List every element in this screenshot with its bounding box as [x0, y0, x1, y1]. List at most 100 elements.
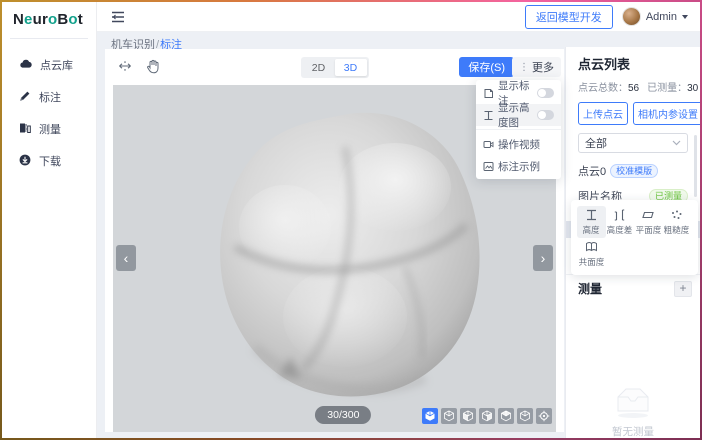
tooth-mesh-render: [193, 105, 503, 405]
next-image-button[interactable]: ›: [533, 245, 553, 271]
menu-collapse-icon[interactable]: [111, 11, 125, 23]
chevron-down-icon: [682, 15, 688, 19]
chevron-left-icon: ‹: [124, 250, 129, 266]
sidebar-item-pointcloud-library[interactable]: 点云库: [2, 49, 96, 81]
tool-roughness[interactable]: 粗糙度: [663, 206, 692, 238]
view-3d-button[interactable]: 3D: [335, 59, 367, 76]
flatness-icon: [641, 209, 655, 221]
header-right: 返回模型开发 Admin: [525, 5, 688, 29]
show-annotations-toggle[interactable]: [537, 88, 554, 98]
menu-item-label: 标注示例: [498, 159, 554, 174]
logo-gear-letter: o: [68, 11, 77, 28]
view-orientation-buttons: [422, 408, 552, 424]
app-logo: NeuroBot: [2, 2, 96, 36]
save-button[interactable]: 保存(S): [459, 57, 514, 77]
sidebar: NeuroBot 点云库 标注 测量 下载: [2, 2, 97, 438]
neurobot-app: NeuroBot 点云库 标注 测量 下载 返回模型开发 Admin: [2, 2, 700, 438]
view-cube-bottom-icon[interactable]: [517, 408, 533, 424]
add-measurement-button[interactable]: +: [674, 281, 692, 297]
hand-pan-icon[interactable]: [146, 59, 160, 74]
group-name: 点云0: [578, 163, 606, 179]
view-cube-front-icon[interactable]: [422, 408, 438, 424]
viewer-card: 2D 3D 保存(S) ⋮ 更多 显示标注: [105, 49, 564, 432]
example-image-icon: [483, 161, 494, 172]
back-to-model-dev-button[interactable]: 返回模型开发: [525, 5, 613, 29]
panel-buttons: 上传点云 相机内参设置: [578, 102, 688, 125]
user-menu[interactable]: Admin: [622, 7, 688, 26]
coplanarity-icon: [585, 241, 598, 253]
measure-icon: [19, 122, 31, 137]
tool-flatness[interactable]: 平面度: [634, 206, 663, 238]
move-icon[interactable]: [117, 59, 133, 74]
tool-height-difference[interactable]: 高度差: [606, 206, 635, 238]
content-area: 机车识别/标注 2D 3D 保存(S) ⋮: [97, 32, 700, 438]
menu-item-label: 显示高度图: [498, 100, 533, 130]
viewer-tool-icons: [117, 59, 160, 74]
logo-gear-letter: e: [24, 11, 33, 28]
list-scrollbar[interactable]: [694, 135, 697, 197]
logo-gear-letter: o: [48, 11, 57, 28]
menu-item-show-heightmap[interactable]: 显示高度图: [476, 104, 561, 126]
sidebar-item-annotate[interactable]: 标注: [2, 81, 96, 113]
logo-letter: ur: [33, 11, 48, 28]
view-cube-left-icon[interactable]: [460, 408, 476, 424]
tool-label: 共面度: [578, 255, 604, 267]
view-cube-top-icon[interactable]: [441, 408, 457, 424]
panel-title: 点云列表: [578, 54, 688, 73]
measure-tool-palette: 高度 高度差 平面度 粗糙度 共面度: [571, 200, 698, 275]
sidebar-item-download[interactable]: 下载: [2, 145, 96, 177]
top-header: 返回模型开发 Admin: [97, 2, 700, 32]
height-icon: [585, 209, 598, 221]
tool-label: 高度差: [607, 223, 633, 235]
pen-icon: [19, 90, 31, 105]
logo-letter: B: [57, 11, 68, 28]
more-label: 更多: [532, 59, 554, 75]
sidebar-item-label: 测量: [39, 121, 61, 137]
filter-value: 全部: [585, 135, 607, 151]
avatar: [622, 7, 641, 26]
menu-item-tutorial-video[interactable]: 操作视频: [476, 133, 561, 155]
view-2d-button[interactable]: 2D: [303, 59, 335, 76]
menu-item-annotation-example[interactable]: 标注示例: [476, 155, 561, 177]
calibration-template-tag: 校准模版: [610, 164, 658, 178]
view-mode-switch: 2D 3D: [301, 57, 369, 78]
total-label: 点云总数：: [578, 83, 628, 94]
measured-value: 30: [687, 83, 698, 94]
cloud-icon: [19, 58, 32, 72]
user-name: Admin: [646, 11, 677, 23]
sidebar-item-label: 点云库: [40, 57, 73, 73]
total-stat: 点云总数：56: [578, 79, 639, 94]
logo-letter: N: [13, 11, 24, 28]
more-button[interactable]: ⋮ 更多: [512, 57, 561, 77]
tool-coplanarity[interactable]: 共面度: [577, 238, 606, 270]
camera-intrinsics-button[interactable]: 相机内参设置: [633, 102, 700, 125]
menu-item-label: 操作视频: [498, 137, 554, 152]
tool-label: 粗糙度: [664, 223, 690, 235]
roughness-icon: [670, 209, 683, 221]
image-counter: 30/300: [315, 406, 371, 424]
download-icon: [19, 154, 31, 169]
height-diff-icon: [613, 209, 626, 221]
video-icon: [483, 139, 494, 150]
pointcloud-group-row[interactable]: 点云0 校准模版: [578, 163, 688, 179]
empty-box-icon: [610, 383, 656, 419]
view-cube-back-icon[interactable]: [498, 408, 514, 424]
prev-image-button[interactable]: ‹: [116, 245, 136, 271]
tool-height[interactable]: 高度: [577, 206, 606, 238]
tool-label: 平面度: [635, 223, 661, 235]
reset-view-target-icon[interactable]: [536, 408, 552, 424]
show-heightmap-toggle[interactable]: [537, 110, 554, 120]
sidebar-item-measure[interactable]: 测量: [2, 113, 96, 145]
filter-select[interactable]: 全部: [578, 133, 688, 153]
measured-stat: 已测量：30: [647, 79, 698, 94]
sidebar-item-label: 标注: [39, 89, 61, 105]
total-value: 56: [628, 83, 639, 94]
window-frame: NeuroBot 点云库 标注 测量 下载 返回模型开发 Admin: [0, 0, 702, 440]
chevron-right-icon: ›: [541, 250, 546, 266]
view-cube-right-icon[interactable]: [479, 408, 495, 424]
upload-pointcloud-button[interactable]: 上传点云: [578, 102, 628, 125]
measured-label: 已测量：: [647, 83, 687, 94]
pointcloud-panel: 点云列表 点云总数：56 已测量：30 上传点云 相机内参设置 全部 点云0 校…: [565, 47, 700, 438]
measure-title: 测量: [578, 280, 602, 297]
more-dots-icon: ⋮: [519, 62, 529, 73]
